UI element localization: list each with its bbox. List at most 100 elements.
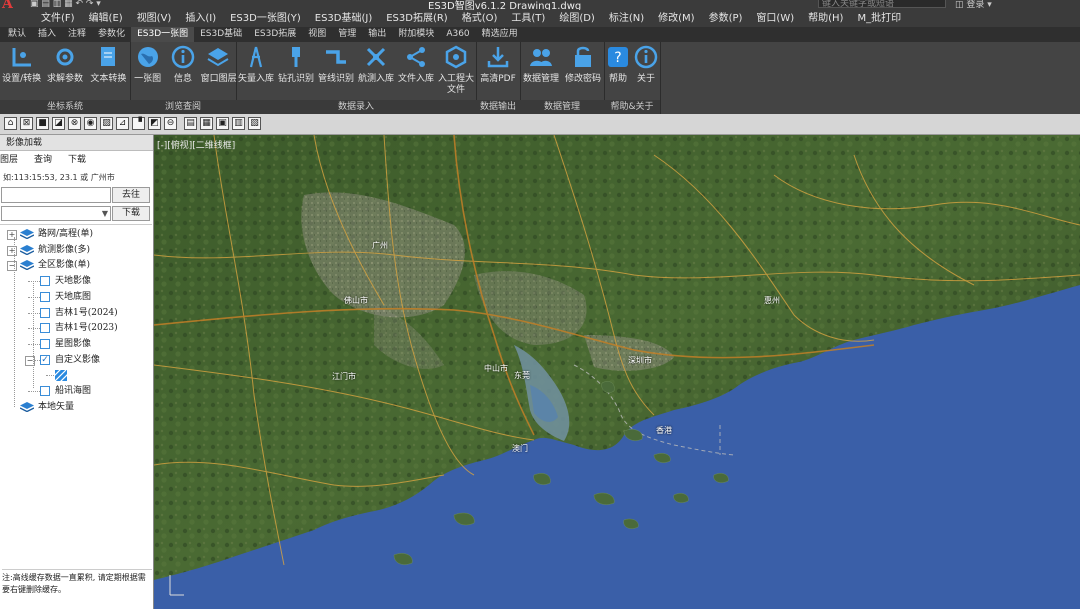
app-logo[interactable]: A — [2, 0, 13, 10]
ribbon-button[interactable]: 文本转换 — [87, 44, 130, 85]
menu-item[interactable]: 标注(N) — [602, 10, 651, 27]
menu-item[interactable]: 窗口(W) — [749, 10, 801, 27]
ribbon-panel: 一张图 信息 窗口图层 浏览查阅 — [130, 42, 237, 114]
ribbon-button[interactable]: 高清PDF — [476, 44, 520, 85]
menu-item[interactable]: 参数(P) — [702, 10, 750, 27]
ribbon-button[interactable]: 一张图 — [130, 44, 165, 85]
toolbar-tool-icon[interactable]: ◉ — [84, 117, 97, 130]
ribbon-button[interactable]: 航测入库 — [356, 44, 396, 85]
toolbar-tool-icon[interactable]: ▧ — [248, 117, 261, 130]
ribbon-button[interactable]: 钻孔识别 — [276, 44, 316, 85]
expand-icon[interactable]: + — [7, 230, 17, 240]
ribbon-button[interactable]: 入工程大文件 — [436, 44, 476, 96]
tree-item[interactable]: 船讯海图 — [0, 384, 152, 399]
ribbon-tab[interactable]: ES3D基础 — [194, 27, 248, 42]
go-to-button[interactable]: 去往 — [112, 187, 150, 203]
toolbar-tool-icon[interactable]: ⊖ — [164, 117, 177, 130]
ribbon-button-label: 钻孔识别 — [277, 74, 314, 84]
toolbar-tool-icon[interactable]: ▥ — [232, 117, 245, 130]
menu-item[interactable]: 编辑(E) — [82, 10, 130, 27]
ribbon-tab[interactable]: 附加模块 — [392, 27, 440, 42]
toolbar-tool-icon[interactable]: ⊠ — [20, 117, 33, 130]
ribbon-button[interactable]: 矢量入库 — [236, 44, 276, 85]
help-search-input[interactable]: 键入关键字或短语 — [818, 0, 946, 9]
menu-item[interactable]: 绘图(D) — [552, 10, 602, 27]
expand-icon[interactable]: + — [7, 245, 17, 256]
menu-item[interactable]: ES3D拓展(R) — [379, 10, 454, 27]
ribbon-tab[interactable]: ES3D一张图 — [131, 27, 195, 42]
layer-checkbox[interactable] — [40, 323, 50, 334]
layer-checkbox[interactable] — [40, 291, 50, 302]
tree-group[interactable]: − 全区影像(单) — [0, 258, 152, 273]
viewport-controls[interactable]: [-][俯视][二维线框] — [157, 138, 235, 151]
tab-layers[interactable]: 图层 — [0, 152, 26, 168]
map-viewport[interactable]: [-][俯视][二维线框] 广州 东莞 中山市 深圳市 香港 澳门 惠州 江门市 佛山市 — [154, 135, 1080, 609]
ribbon-button[interactable]: 窗口图层 — [201, 44, 237, 85]
tree-item[interactable]: 星图影像 — [0, 337, 152, 352]
ribbon-tab[interactable]: 管理 — [332, 27, 362, 42]
tree-label: 路网/高程(单) — [38, 229, 94, 239]
tree-group[interactable]: 本地矢量 — [0, 400, 152, 415]
tree-item[interactable]: − ✓ 自定义影像 — [0, 353, 152, 368]
sign-in-button[interactable]: ◫ 登录 ▾ — [955, 0, 992, 10]
tab-query[interactable]: 查询 — [26, 152, 60, 168]
ribbon-tab[interactable]: 视图 — [302, 27, 332, 42]
ribbon-button[interactable]: 信息 — [165, 44, 200, 85]
ribbon-tab[interactable]: 参数化 — [92, 27, 131, 42]
menu-item[interactable]: ES3D基础(J) — [308, 10, 379, 27]
download-button[interactable]: 下载 — [112, 206, 150, 221]
toolbar-tool-icon[interactable]: ◪ — [52, 117, 65, 130]
ribbon-button[interactable]: 求解参数 — [43, 44, 86, 85]
tree-group[interactable]: + 路网/高程(单) — [0, 227, 152, 242]
menu-item[interactable]: 格式(O) — [455, 10, 505, 27]
quick-access-toolbar[interactable]: ▣ ▤ ▥ ▦ ↶ ↷ ▾ — [30, 0, 101, 9]
menu-item[interactable]: 文件(F) — [34, 10, 82, 27]
ribbon-button[interactable]: 数据管理 — [520, 44, 562, 85]
ribbon-tab[interactable]: 插入 — [32, 27, 62, 42]
menu-item[interactable]: 帮助(H) — [801, 10, 850, 27]
collapse-icon[interactable]: − — [7, 261, 17, 272]
ribbon-button[interactable]: 修改密码 — [562, 44, 604, 85]
layer-checkbox[interactable] — [40, 276, 50, 287]
toolbar-tool-icon[interactable]: ⊗ — [68, 117, 81, 130]
toolbar-tool-icon[interactable]: ▝ — [132, 117, 145, 130]
toolbar-tool-icon[interactable]: ■ — [36, 117, 49, 130]
toolbar-tool-icon[interactable]: ◩ — [148, 117, 161, 130]
location-search-input[interactable] — [1, 187, 111, 203]
ribbon-button[interactable]: 关于 — [632, 44, 660, 85]
layer-checkbox[interactable] — [40, 307, 50, 318]
toolbar-tool-icon[interactable]: ⊿ — [116, 117, 129, 130]
ribbon-tab[interactable]: A360 — [440, 27, 475, 42]
menu-item[interactable]: 修改(M) — [651, 10, 701, 27]
menu-item[interactable]: ES3D一张图(Y) — [223, 10, 308, 27]
source-select[interactable]: ▼ — [1, 206, 111, 221]
layer-checkbox[interactable]: ✓ — [40, 354, 50, 365]
toolbar-tool-icon[interactable]: ▤ — [184, 117, 197, 130]
ribbon-tab[interactable]: 精选应用 — [476, 27, 524, 42]
menu-item[interactable]: M_批打印 — [850, 10, 908, 27]
ribbon-tab[interactable]: 默认 — [2, 27, 32, 42]
toolbar-tool-icon[interactable]: ▦ — [200, 117, 213, 130]
tree-item[interactable]: 天地影像 — [0, 274, 152, 289]
ribbon-button[interactable]: 文件入库 — [396, 44, 436, 85]
toolbar-tool-icon[interactable]: ⌂ — [4, 117, 17, 130]
menu-item[interactable]: 视图(V) — [130, 10, 179, 27]
ribbon-tab[interactable]: ES3D拓展 — [248, 27, 302, 42]
tree-item[interactable]: 天地底图 — [0, 290, 152, 305]
ribbon-tab[interactable]: 输出 — [362, 27, 392, 42]
tree-item[interactable]: 吉林1号(2023) — [0, 321, 152, 336]
tab-download[interactable]: 下载 — [60, 152, 94, 168]
layer-checkbox[interactable] — [40, 386, 50, 396]
menu-item[interactable]: 插入(I) — [178, 10, 223, 27]
ribbon-tab[interactable]: 注释 — [62, 27, 92, 42]
menu-item[interactable]: 工具(T) — [504, 10, 552, 27]
tree-group[interactable]: + 航测影像(多) — [0, 243, 152, 258]
toolbar-tool-icon[interactable]: ▣ — [216, 117, 229, 130]
tree-item[interactable]: 吉林1号(2024) — [0, 306, 152, 321]
tree-item[interactable] — [0, 366, 152, 385]
ribbon-button[interactable]: ? 帮助 — [604, 44, 632, 85]
ribbon-button[interactable]: 管线识别 — [316, 44, 356, 85]
layer-checkbox[interactable] — [40, 338, 50, 349]
toolbar-tool-icon[interactable]: ▨ — [100, 117, 113, 130]
ribbon-button[interactable]: 设置/转换 — [0, 44, 43, 85]
